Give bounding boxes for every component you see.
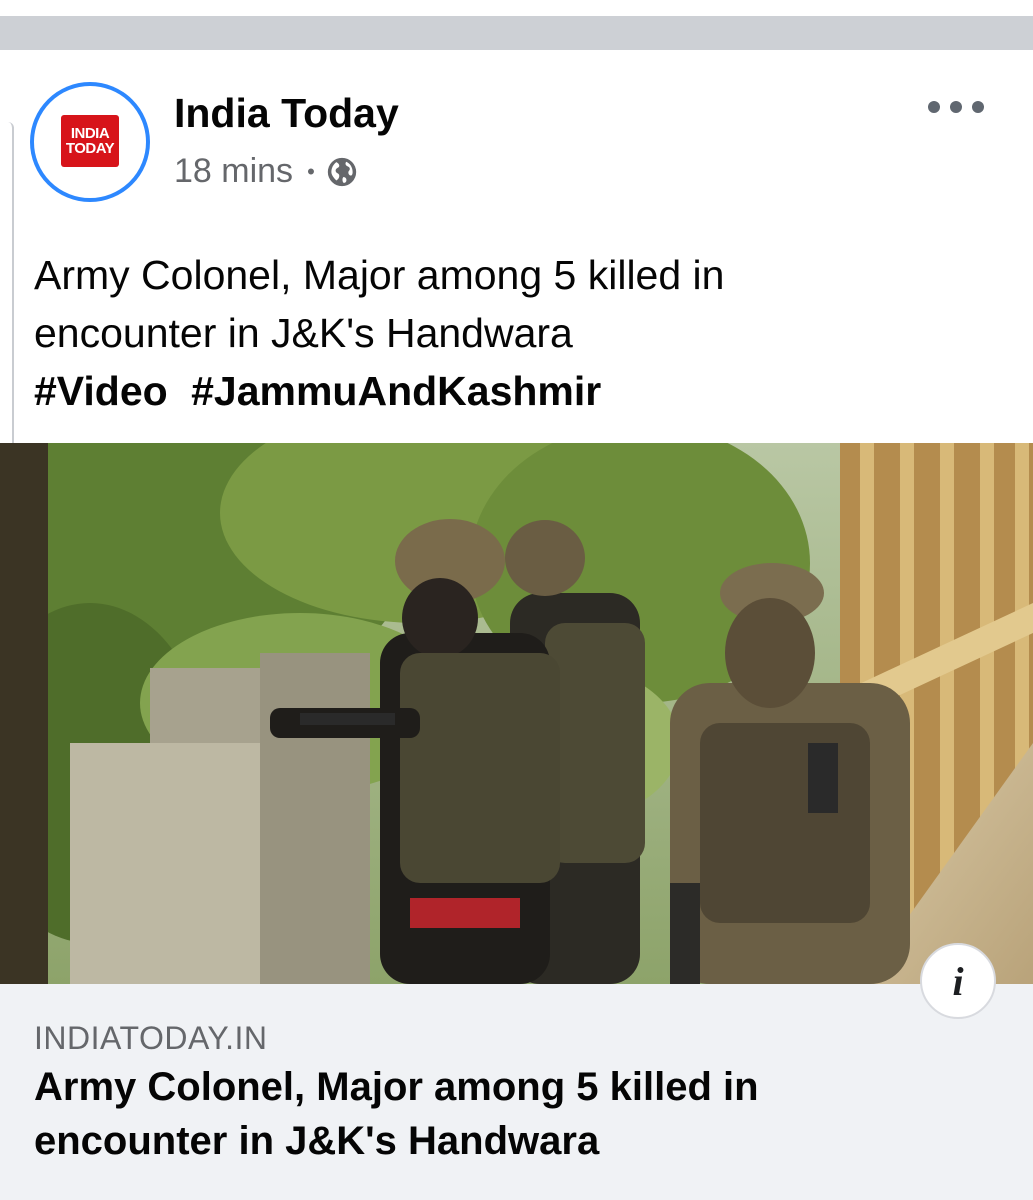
logo-text-line2: TODAY xyxy=(65,140,115,157)
post-text: Army Colonel, Major among 5 killed in en… xyxy=(34,246,994,420)
page-name-link[interactable]: India Today xyxy=(174,90,399,137)
link-preview-image[interactable] xyxy=(0,443,1033,984)
post-timestamp[interactable]: 18 mins xyxy=(174,152,293,191)
page-avatar[interactable]: INDIA TODAY xyxy=(34,86,146,198)
hashtag-row: #Video #JammuAndKashmir xyxy=(34,362,994,420)
avatar-image: INDIA TODAY xyxy=(47,99,133,185)
info-icon[interactable]: i xyxy=(920,943,996,1019)
link-title[interactable]: Army Colonel, Major among 5 killed in en… xyxy=(34,1060,934,1168)
soldiers-photo xyxy=(0,443,1033,984)
hashtag-video[interactable]: #Video xyxy=(34,368,168,414)
more-dot xyxy=(928,101,940,113)
previous-card-edge xyxy=(0,122,14,460)
more-dot xyxy=(972,101,984,113)
top-spacer xyxy=(0,0,1033,16)
link-domain: INDIATODAY.IN xyxy=(34,1020,268,1056)
post-text-line: encounter in J&K's Handwara xyxy=(34,310,573,356)
meta-separator: • xyxy=(307,158,315,184)
india-today-logo: INDIA TODAY xyxy=(61,115,119,167)
more-options-button[interactable] xyxy=(928,92,984,122)
logo-text-line1: INDIA xyxy=(70,125,110,142)
globe-icon[interactable] xyxy=(325,155,359,189)
link-title-line: encounter in J&K's Handwara xyxy=(34,1119,600,1163)
feed-divider xyxy=(0,16,1033,50)
more-dot xyxy=(950,101,962,113)
post-text-line: Army Colonel, Major among 5 killed in xyxy=(34,252,725,298)
link-title-line: Army Colonel, Major among 5 killed in xyxy=(34,1065,759,1109)
post-meta: 18 mins • xyxy=(174,152,359,191)
hashtag-jammu-and-kashmir[interactable]: #JammuAndKashmir xyxy=(191,368,601,414)
